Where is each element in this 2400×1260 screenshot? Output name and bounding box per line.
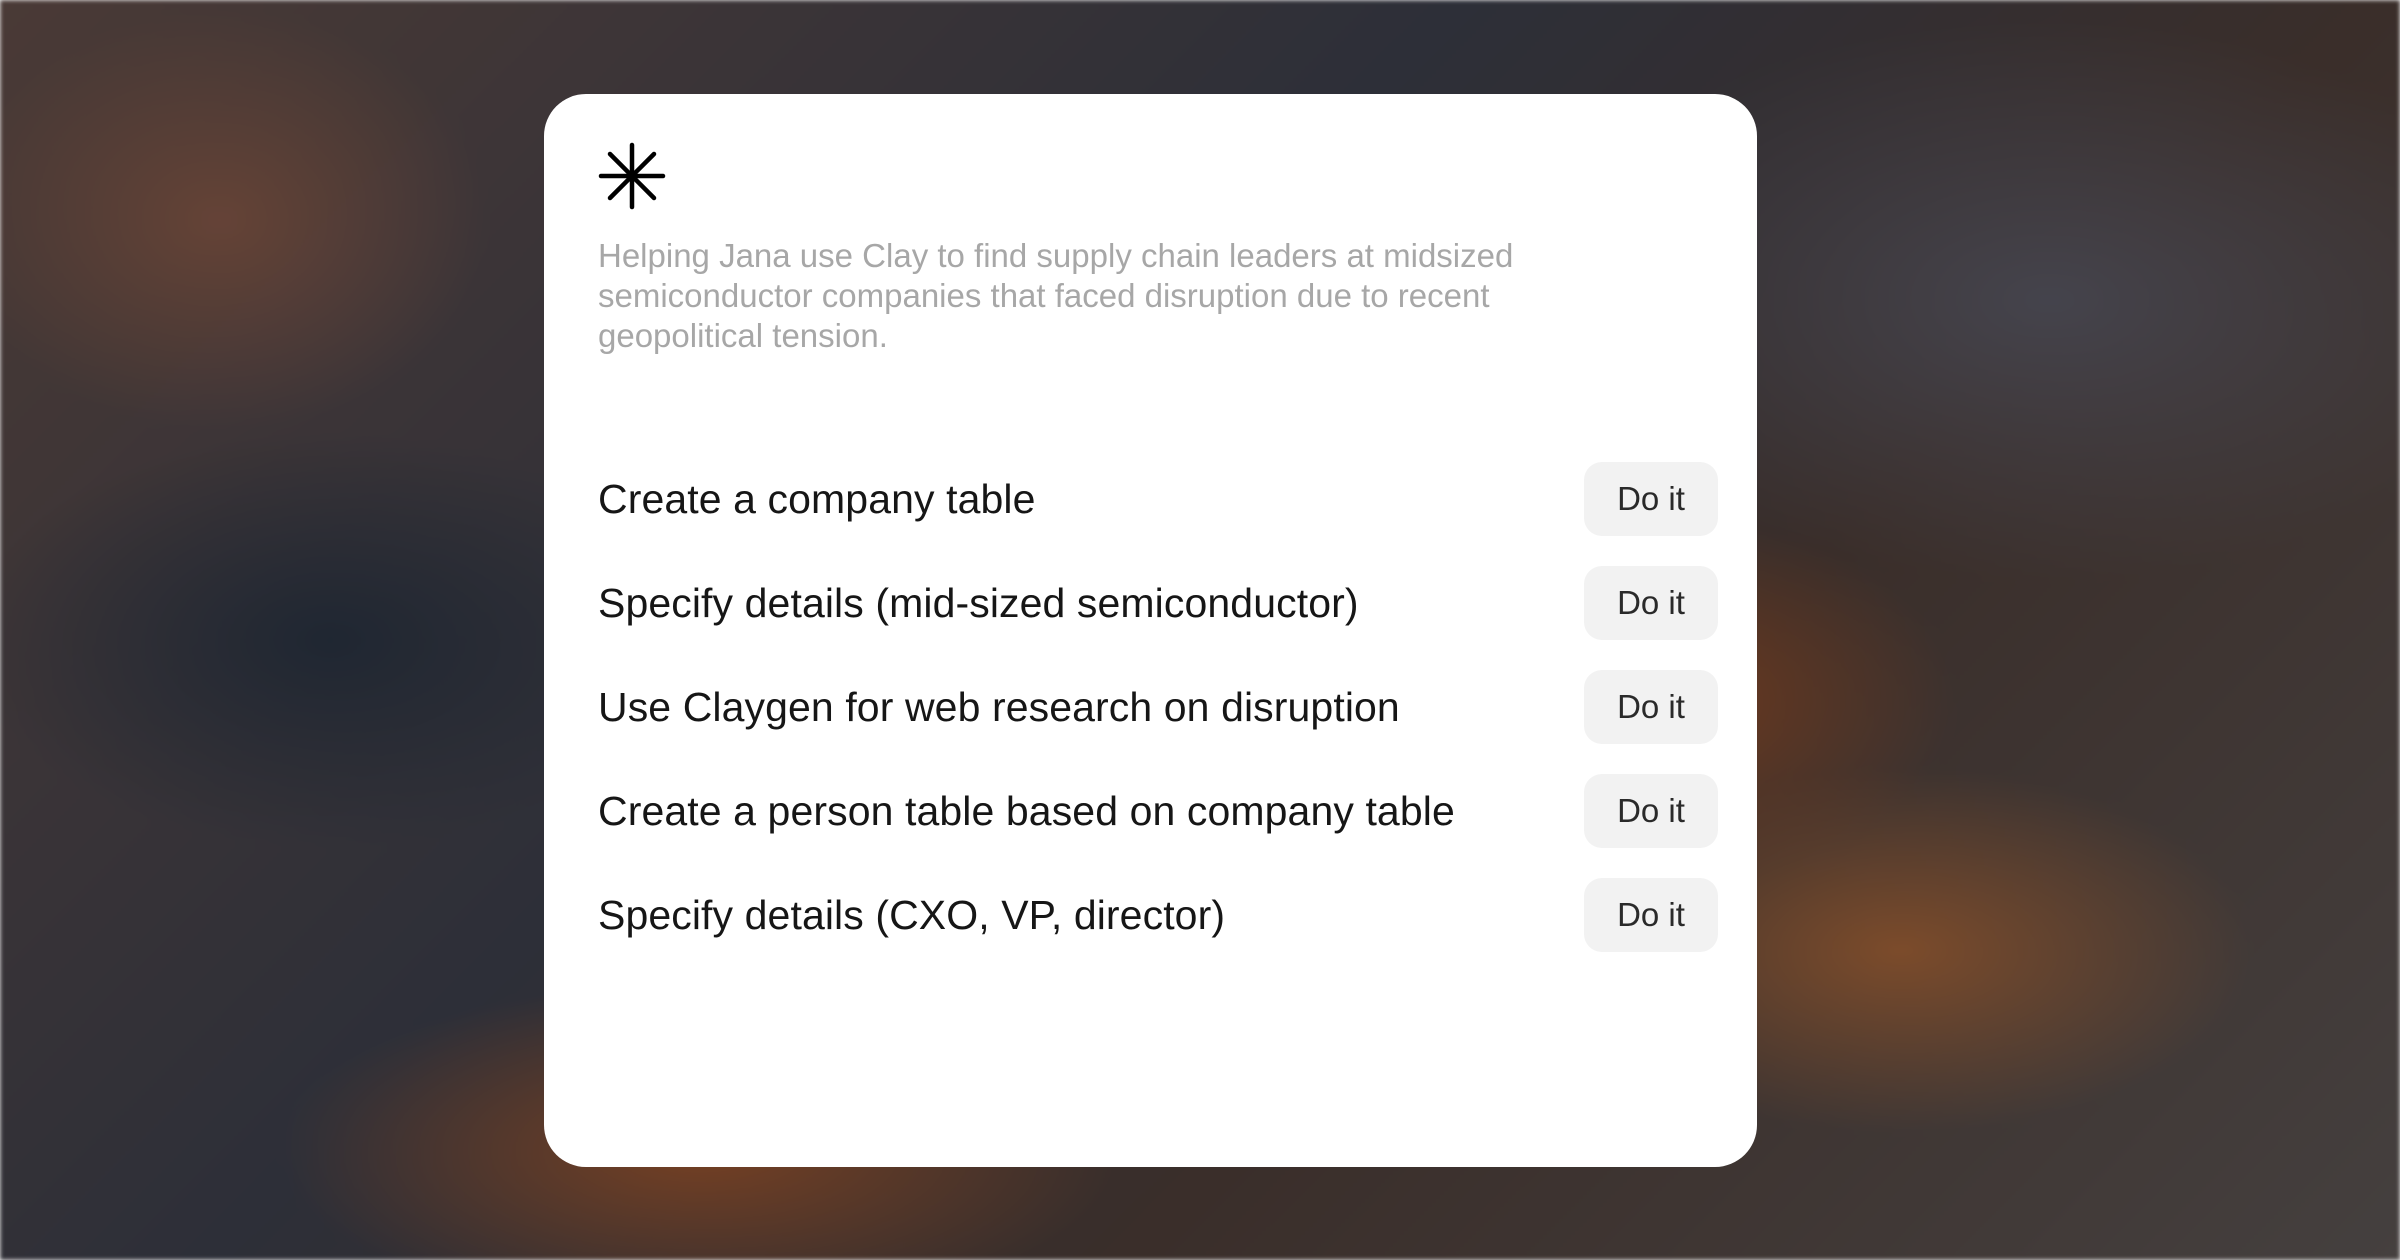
step-row: Create a person table based on company t… (598, 774, 1718, 848)
step-label: Use Claygen for web research on disrupti… (598, 683, 1400, 730)
do-it-button[interactable]: Do it (1584, 566, 1718, 640)
step-list: Create a company table Do it Specify det… (598, 462, 1718, 952)
step-label: Specify details (CXO, VP, director) (598, 891, 1226, 938)
asterisk-sparkle-icon (598, 142, 666, 210)
do-it-button[interactable]: Do it (1584, 670, 1718, 744)
intro-description: Helping Jana use Clay to find supply cha… (598, 237, 1514, 354)
step-row: Create a company table Do it (598, 462, 1718, 536)
step-row: Specify details (CXO, VP, director) Do i… (598, 878, 1718, 952)
step-label: Create a company table (598, 475, 1036, 522)
step-row: Use Claygen for web research on disrupti… (598, 670, 1718, 744)
do-it-button[interactable]: Do it (1584, 462, 1718, 536)
step-row: Specify details (mid-sized semiconductor… (598, 566, 1718, 640)
do-it-button[interactable]: Do it (1584, 774, 1718, 848)
assistant-plan-card: Helping Jana use Clay to find supply cha… (544, 94, 1757, 1167)
step-label: Specify details (mid-sized semiconductor… (598, 579, 1359, 626)
do-it-button[interactable]: Do it (1584, 878, 1718, 952)
step-label: Create a person table based on company t… (598, 787, 1455, 834)
